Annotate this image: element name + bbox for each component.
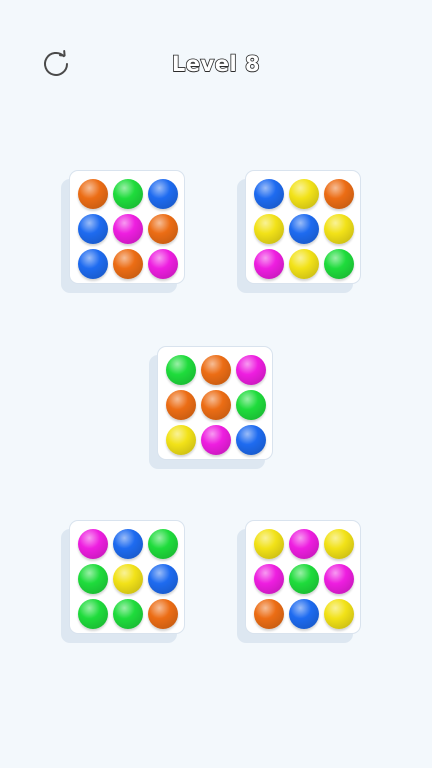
tray-top-right[interactable]	[245, 170, 361, 284]
ball-green[interactable]	[113, 599, 143, 629]
ball-green[interactable]	[148, 529, 178, 559]
ball-magenta[interactable]	[236, 355, 266, 385]
ball-green[interactable]	[236, 390, 266, 420]
ball-yellow[interactable]	[254, 529, 284, 559]
ball-green[interactable]	[289, 564, 319, 594]
ball-orange[interactable]	[148, 599, 178, 629]
ball-orange[interactable]	[148, 214, 178, 244]
ball-orange[interactable]	[166, 390, 196, 420]
ball-orange[interactable]	[113, 249, 143, 279]
ball-blue[interactable]	[148, 564, 178, 594]
tray-top-left[interactable]	[69, 170, 185, 284]
ball-magenta[interactable]	[289, 529, 319, 559]
game-board: Level 8	[0, 0, 432, 768]
ball-yellow[interactable]	[324, 214, 354, 244]
ball-yellow[interactable]	[289, 179, 319, 209]
ball-green[interactable]	[113, 179, 143, 209]
tray-center[interactable]	[157, 346, 273, 460]
ball-orange[interactable]	[201, 355, 231, 385]
ball-yellow[interactable]	[254, 214, 284, 244]
ball-blue[interactable]	[236, 425, 266, 455]
ball-blue[interactable]	[254, 179, 284, 209]
ball-magenta[interactable]	[254, 249, 284, 279]
ball-blue[interactable]	[289, 599, 319, 629]
ball-orange[interactable]	[254, 599, 284, 629]
ball-green[interactable]	[78, 599, 108, 629]
ball-yellow[interactable]	[324, 599, 354, 629]
ball-orange[interactable]	[78, 179, 108, 209]
ball-orange[interactable]	[324, 179, 354, 209]
ball-blue[interactable]	[78, 214, 108, 244]
tray-bottom-right[interactable]	[245, 520, 361, 634]
ball-green[interactable]	[166, 355, 196, 385]
ball-magenta[interactable]	[201, 425, 231, 455]
ball-blue[interactable]	[78, 249, 108, 279]
ball-green[interactable]	[78, 564, 108, 594]
ball-magenta[interactable]	[324, 564, 354, 594]
ball-magenta[interactable]	[113, 214, 143, 244]
ball-yellow[interactable]	[113, 564, 143, 594]
ball-yellow[interactable]	[289, 249, 319, 279]
tray-bottom-left[interactable]	[69, 520, 185, 634]
ball-green[interactable]	[324, 249, 354, 279]
ball-blue[interactable]	[289, 214, 319, 244]
ball-blue[interactable]	[113, 529, 143, 559]
ball-yellow[interactable]	[324, 529, 354, 559]
ball-magenta[interactable]	[148, 249, 178, 279]
ball-magenta[interactable]	[78, 529, 108, 559]
level-title: Level 8	[171, 51, 261, 77]
ball-yellow[interactable]	[166, 425, 196, 455]
ball-blue[interactable]	[148, 179, 178, 209]
ball-magenta[interactable]	[254, 564, 284, 594]
ball-orange[interactable]	[201, 390, 231, 420]
